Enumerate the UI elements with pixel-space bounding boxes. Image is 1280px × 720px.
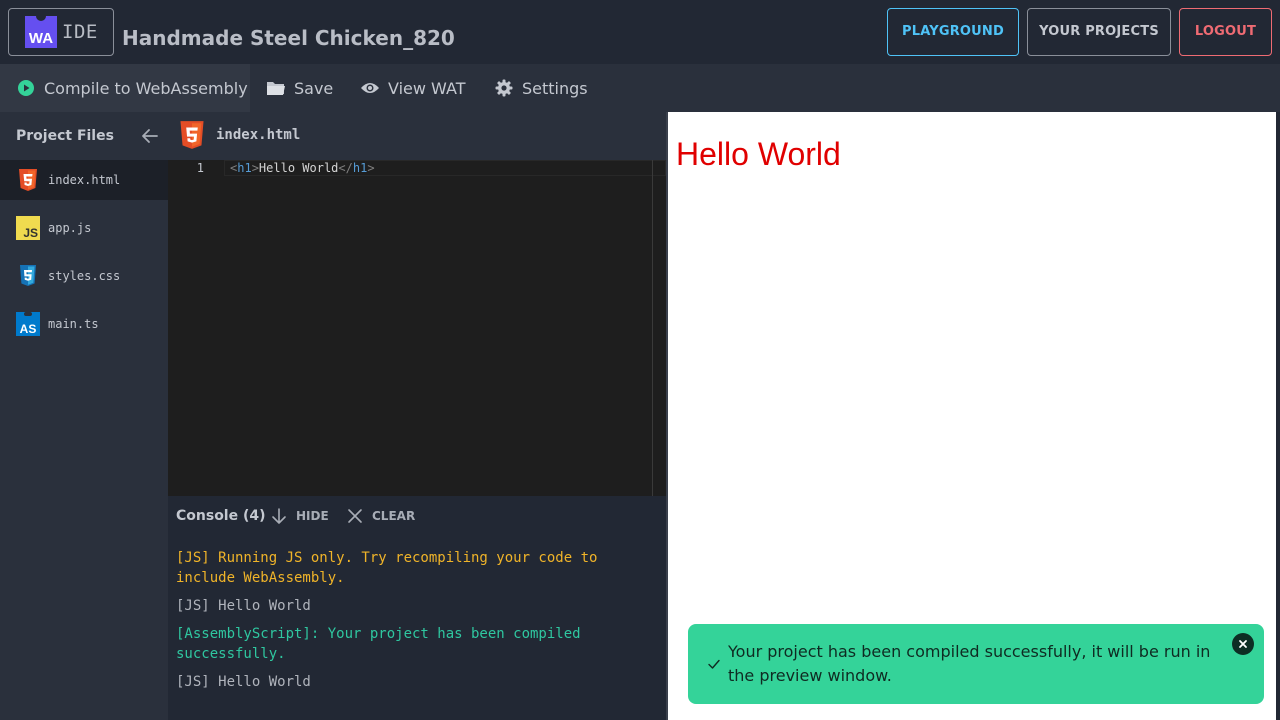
close-tag: h1 <box>352 161 368 175</box>
gear-icon <box>494 78 514 98</box>
close-icon <box>1239 640 1247 648</box>
html5-icon <box>178 120 206 150</box>
logo-ide-text: IDE <box>62 21 98 43</box>
webassembly-logo-icon: WA <box>25 16 57 48</box>
file-item-styles-css[interactable]: styles.css <box>0 256 168 296</box>
sidebar-title: Project Files <box>16 128 114 144</box>
html5-icon <box>16 168 40 192</box>
app-logo[interactable]: WA IDE <box>8 8 114 56</box>
view-wat-button[interactable]: View WAT <box>360 64 465 112</box>
console-clear-button[interactable]: CLEAR <box>346 506 415 526</box>
console-title: Console (4) <box>176 508 266 524</box>
view-wat-label: View WAT <box>388 78 466 98</box>
project-title: Handmade Steel Chicken_820 <box>122 26 455 50</box>
editor-vertical-ruler <box>652 160 653 496</box>
clear-label: CLEAR <box>372 509 416 523</box>
code-text: Hello World <box>258 161 339 175</box>
console-hide-button[interactable]: HIDE <box>270 506 329 526</box>
console-panel: Console (4) HIDE CLEAR [JS] Running JS o… <box>168 496 666 720</box>
toast-message: Your project has been compiled successfu… <box>728 642 1211 685</box>
preview-heading: Hello World <box>676 136 841 172</box>
preview-scrollbar[interactable] <box>1276 112 1280 720</box>
arrow-down-icon <box>270 507 288 525</box>
hide-label: HIDE <box>296 509 329 523</box>
sidebar-header: Project Files <box>0 112 168 160</box>
console-log-info: [JS] Hello World <box>176 674 311 690</box>
save-label: Save <box>294 78 334 98</box>
app-header: WA IDE Handmade Steel Chicken_820 PLAYGR… <box>0 0 1280 64</box>
save-button[interactable]: Save <box>266 64 333 112</box>
eye-icon <box>360 78 380 98</box>
code-editor[interactable]: 1 <h1>Hello World</h1> <box>168 160 666 496</box>
arrow-left-icon[interactable] <box>140 126 160 146</box>
open-tag: h1 <box>237 161 252 175</box>
compile-button[interactable]: Compile to WebAssembly <box>0 64 250 112</box>
folder-icon <box>266 78 286 98</box>
tab-file-name: index.html <box>216 127 301 143</box>
console-log-warning: [JS] Running JS only. Try recompiling yo… <box>176 550 606 586</box>
success-toast: Your project has been compiled successfu… <box>688 624 1264 704</box>
css3-icon <box>16 264 40 288</box>
logo-badge-text: WA <box>28 30 54 47</box>
compile-label: Compile to WebAssembly <box>44 78 248 98</box>
close-icon <box>346 507 364 525</box>
console-log-info: [JS] Hello World <box>176 598 311 614</box>
file-name: index.html <box>48 173 121 187</box>
assemblyscript-icon: AS <box>16 312 40 336</box>
file-item-index-html[interactable]: index.html <box>0 160 168 200</box>
settings-button[interactable]: Settings <box>494 64 588 112</box>
project-files-sidebar: Project Files index.html JS app.js style… <box>0 112 168 720</box>
code-line[interactable]: <h1>Hello World</h1> <box>230 160 375 176</box>
file-name: main.ts <box>48 317 99 331</box>
console-log-success: [AssemblyScript]: Your project has been … <box>176 626 590 662</box>
file-name: styles.css <box>48 269 121 283</box>
svg-text:AS: AS <box>20 322 37 336</box>
line-number: 1 <box>196 161 204 175</box>
file-item-app-js[interactable]: JS app.js <box>0 208 168 248</box>
svg-text:JS: JS <box>23 226 38 240</box>
toast-close-button[interactable] <box>1232 633 1254 655</box>
play-icon <box>16 78 36 98</box>
playground-button[interactable]: PLAYGROUND <box>887 8 1019 56</box>
editor-tab[interactable]: index.html <box>168 112 666 160</box>
toolbar: Compile to WebAssembly Save View WAT Set… <box>0 64 1280 112</box>
javascript-icon: JS <box>16 216 40 240</box>
file-name: app.js <box>48 221 92 235</box>
logout-button[interactable]: LOGOUT <box>1179 8 1272 56</box>
settings-label: Settings <box>522 78 588 98</box>
check-icon <box>706 656 722 672</box>
file-item-main-ts[interactable]: AS main.ts <box>0 304 168 344</box>
your-projects-button[interactable]: YOUR PROJECTS <box>1027 8 1171 56</box>
